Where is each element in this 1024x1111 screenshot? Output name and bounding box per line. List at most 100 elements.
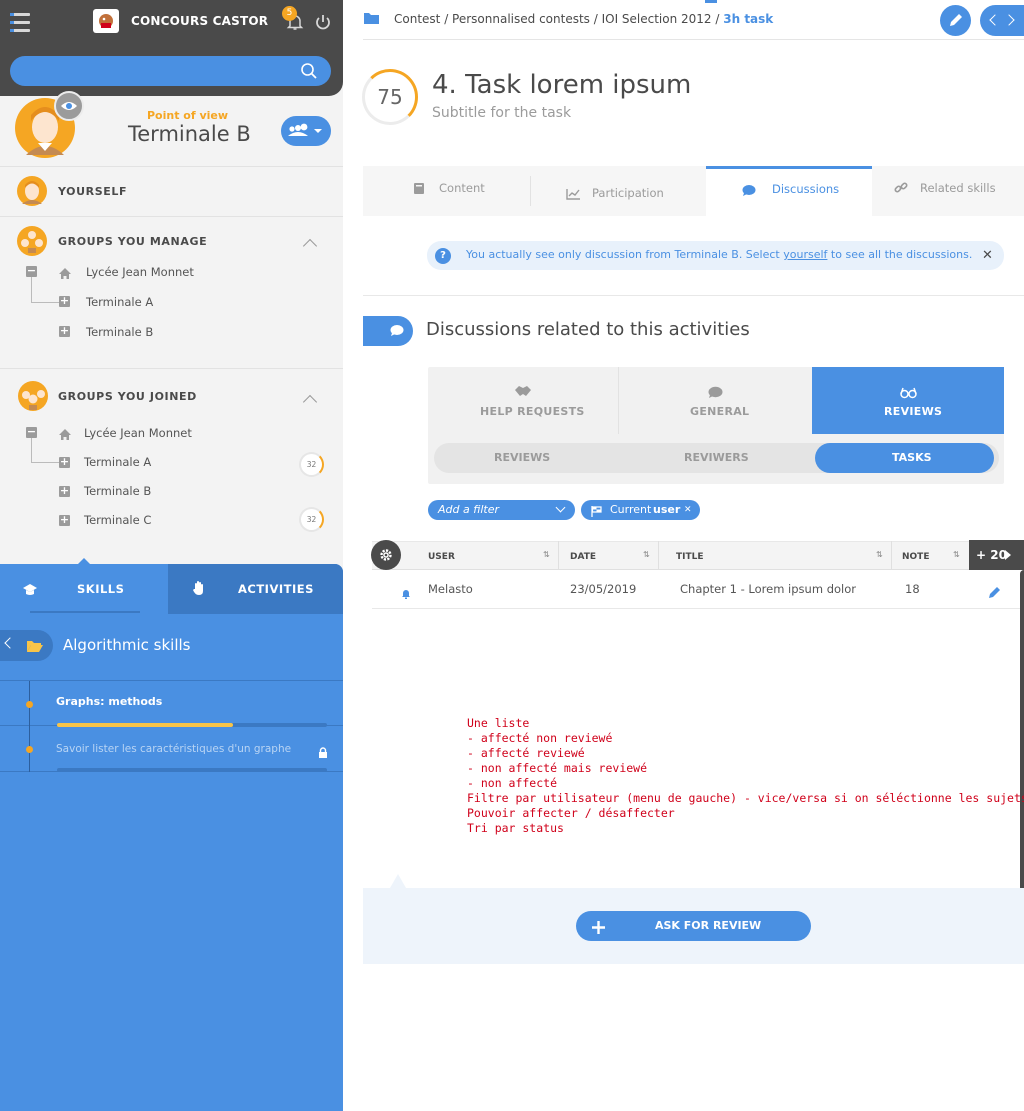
cell-title: Chapter 1 - Lorem ipsum dolor xyxy=(680,582,856,596)
flag-icon xyxy=(591,504,602,524)
tree-item-school[interactable]: Lycée Jean Monnet xyxy=(86,265,194,279)
breadcrumb-item[interactable]: IOI Selection 2012 xyxy=(602,12,712,26)
hamburger-menu-icon[interactable] xyxy=(10,13,30,37)
book-icon xyxy=(413,180,425,199)
column-header-note[interactable]: NOTE xyxy=(902,552,929,562)
sort-icon[interactable]: ⇅ xyxy=(953,550,960,559)
category-label: REVIEWS xyxy=(884,405,943,418)
column-separator xyxy=(658,541,659,570)
tab-participation[interactable]: Participation xyxy=(531,166,706,216)
column-header-user[interactable]: USER xyxy=(428,552,455,562)
notification-badge[interactable]: 5 xyxy=(282,6,297,21)
skill-row[interactable]: Graphs: methods xyxy=(0,680,343,727)
skill-status-dot xyxy=(26,701,33,708)
more-columns-label: + 20 xyxy=(976,548,1007,562)
question-icon: ? xyxy=(435,248,451,264)
expand-tree-icon[interactable]: + xyxy=(59,325,70,337)
tab-activities[interactable]: ACTIVITIES xyxy=(168,564,343,614)
app-title: CONCOURS CASTOR xyxy=(131,14,269,28)
collapse-tree-icon[interactable]: − xyxy=(26,265,37,277)
divider xyxy=(0,216,343,217)
yourself-link[interactable]: yourself xyxy=(783,248,827,261)
collapse-tree-icon[interactable]: − xyxy=(26,426,37,438)
edit-icon[interactable] xyxy=(988,584,1002,603)
tab-underline xyxy=(30,611,140,613)
prev-next-nav[interactable] xyxy=(980,5,1024,36)
remove-filter-icon[interactable]: ✕ xyxy=(684,500,692,520)
breadcrumb-current: 3h task xyxy=(723,12,774,26)
group-select-button[interactable] xyxy=(281,116,331,146)
bell-icon xyxy=(401,584,411,603)
skill-row[interactable]: Savoir lister les caractéristiques d'un … xyxy=(0,726,343,772)
close-icon[interactable]: ✕ xyxy=(982,248,993,263)
search-input[interactable] xyxy=(10,56,331,86)
sort-icon[interactable]: ⇅ xyxy=(543,550,550,559)
tree-item-group[interactable]: Terminale C xyxy=(84,513,151,527)
info-text-part: to see all the discussions. xyxy=(827,248,973,261)
segment-reviews[interactable]: REVIEWS xyxy=(494,451,550,464)
yourself-link[interactable]: YOURSELF xyxy=(58,185,127,198)
chevron-down-icon xyxy=(555,502,566,513)
segment-tasks[interactable]: TASKS xyxy=(892,451,932,464)
skill-category-title: Algorithmic skills xyxy=(63,636,191,654)
ask-for-review-label: ASK FOR REVIEW xyxy=(655,919,762,932)
home-icon xyxy=(58,265,72,284)
yourself-avatar xyxy=(16,175,48,211)
sort-icon[interactable]: ⇅ xyxy=(643,550,650,559)
tree-line xyxy=(31,462,59,463)
power-icon[interactable] xyxy=(314,13,332,35)
column-header-date[interactable]: DATE xyxy=(570,552,596,562)
back-button[interactable] xyxy=(0,630,53,661)
castor-logo xyxy=(93,9,119,33)
group-manage-icon xyxy=(16,225,48,261)
table-row[interactable]: Melasto 23/05/2019 Chapter 1 - Lorem ips… xyxy=(372,570,1020,608)
category-general[interactable]: GENERAL xyxy=(620,367,812,434)
tab-discussions[interactable]: Discussions xyxy=(706,166,872,216)
tab-label: Participation xyxy=(592,186,664,200)
handshake-icon xyxy=(514,383,532,402)
tree-item-group[interactable]: Terminale A xyxy=(86,295,153,309)
breadcrumb-item[interactable]: Personnalised contests xyxy=(452,12,590,26)
add-filter-dropdown[interactable]: Add a filter xyxy=(428,500,575,520)
expand-tree-icon[interactable]: + xyxy=(59,295,70,307)
sort-icon[interactable]: ⇅ xyxy=(876,550,883,559)
active-filter-chip[interactable]: Current user ✕ xyxy=(581,500,700,520)
divider xyxy=(363,295,1024,296)
cell-user: Melasto xyxy=(428,582,473,596)
top-indicator xyxy=(705,0,717,3)
breadcrumb-separator: / xyxy=(589,12,602,26)
category-help-requests[interactable]: HELP REQUESTS xyxy=(428,367,619,434)
chevron-left-icon[interactable] xyxy=(989,14,1001,26)
eye-icon[interactable] xyxy=(54,91,84,121)
tree-item-school[interactable]: Lycée Jean Monnet xyxy=(84,426,192,440)
expand-tree-icon[interactable]: + xyxy=(59,514,70,526)
tab-related-skills[interactable]: Related skills xyxy=(872,166,1024,216)
page-title: 4. Task lorem ipsum xyxy=(432,70,692,100)
tab-content[interactable]: Content xyxy=(363,166,530,216)
tab-label: Content xyxy=(439,181,485,195)
cell-note: 18 xyxy=(905,582,920,596)
column-header-title[interactable]: TITLE xyxy=(676,552,704,562)
edit-button[interactable] xyxy=(940,5,971,36)
chevron-right-icon[interactable] xyxy=(1003,14,1015,26)
tab-skills[interactable]: SKILLS xyxy=(0,564,168,614)
more-columns-button[interactable]: + 20 xyxy=(969,540,1024,570)
category-reviews[interactable]: REVIEWS xyxy=(812,367,1004,434)
home-icon xyxy=(58,426,72,445)
expand-tree-icon[interactable]: + xyxy=(59,485,70,497)
tree-item-group[interactable]: Terminale B xyxy=(86,325,153,339)
search-icon[interactable] xyxy=(300,62,318,84)
progress-badge: 32 xyxy=(299,452,324,477)
segment-reviewers[interactable]: REVIWERS xyxy=(684,451,749,464)
ask-for-review-button[interactable]: ASK FOR REVIEW xyxy=(576,911,811,941)
breadcrumb-item[interactable]: Contest xyxy=(394,12,440,26)
tree-item-group[interactable]: Terminale A xyxy=(84,455,151,469)
filter-value: user xyxy=(653,503,681,516)
info-text: You actually see only discussion from Te… xyxy=(466,248,972,261)
divider xyxy=(0,166,343,167)
gear-icon[interactable] xyxy=(371,540,401,570)
comment-icon xyxy=(742,182,756,201)
panel-notch xyxy=(390,874,406,888)
expand-tree-icon[interactable]: + xyxy=(59,456,70,468)
tree-item-group[interactable]: Terminale B xyxy=(84,484,151,498)
